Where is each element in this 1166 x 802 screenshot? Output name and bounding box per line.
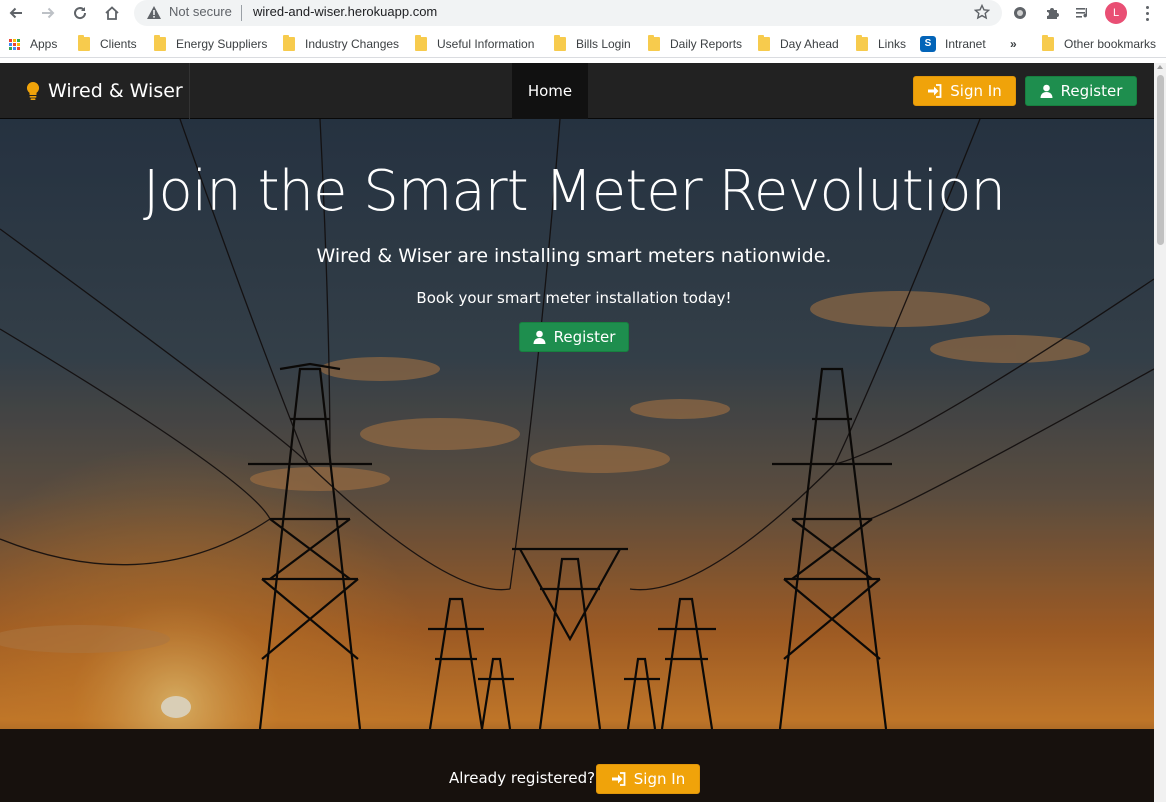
apps-grid-icon xyxy=(9,38,20,50)
bookmarks-overflow-button[interactable]: » xyxy=(1010,35,1017,53)
security-label[interactable]: Not secure xyxy=(169,4,232,19)
reload-button[interactable] xyxy=(68,1,92,25)
folder-icon xyxy=(78,35,90,51)
sign-in-label: Sign In xyxy=(633,770,686,788)
hero-sign-in-button[interactable]: Sign In xyxy=(596,764,700,794)
forward-button[interactable] xyxy=(36,1,60,25)
sign-in-icon xyxy=(928,84,942,98)
bookmark-intranet[interactable]: S Intranet xyxy=(920,35,986,53)
back-button[interactable] xyxy=(4,1,28,25)
folder-icon xyxy=(554,35,566,51)
reload-icon xyxy=(74,7,87,20)
puzzle-icon[interactable] xyxy=(1042,3,1062,23)
scroll-up-arrow-icon[interactable] xyxy=(1157,65,1163,69)
bookmark-label: Apps xyxy=(30,37,58,51)
hero-register-button[interactable]: Register xyxy=(519,322,629,352)
bookmark-label: Bills Login xyxy=(576,37,631,51)
hero-subtitle: Wired & Wiser are installing smart meter… xyxy=(316,245,832,267)
home-icon xyxy=(105,6,119,20)
website-viewport: Wired & Wiser Home Sign In Register Join… xyxy=(0,63,1154,802)
folder-icon xyxy=(1042,35,1054,51)
folder-icon xyxy=(283,35,295,51)
warning-icon xyxy=(146,5,162,24)
bookmark-label: Industry Changes xyxy=(305,37,400,51)
hero-title: Join the Smart Meter Revolution xyxy=(142,159,1006,224)
folder-icon xyxy=(758,35,770,51)
folder-icon xyxy=(648,35,660,51)
bookmark-label: Daily Reports xyxy=(670,37,743,51)
user-icon xyxy=(1040,84,1053,98)
folder-icon xyxy=(856,35,868,51)
sign-in-label: Sign In xyxy=(950,82,1002,100)
brand-name: Wired & Wiser xyxy=(48,80,183,102)
bookmarks-bar: Apps Clients Energy Suppliers Industry C… xyxy=(0,30,1166,58)
navbar-sign-in-button[interactable]: Sign In xyxy=(913,76,1016,106)
url-separator xyxy=(241,5,242,21)
nav-home-link[interactable]: Home xyxy=(512,63,588,119)
bookmark-label: Clients xyxy=(100,37,137,51)
scrollbar-thumb[interactable] xyxy=(1157,75,1164,245)
bookmark-label: Energy Suppliers xyxy=(176,37,268,51)
navbar-register-button[interactable]: Register xyxy=(1025,76,1137,106)
register-label: Register xyxy=(1060,82,1123,100)
hero-section: Join the Smart Meter Revolution Wired & … xyxy=(0,119,1154,802)
back-arrow-icon xyxy=(9,7,22,19)
bookmark-industry-changes[interactable]: Industry Changes xyxy=(283,35,399,53)
bookmark-star-icon[interactable] xyxy=(973,3,991,24)
page-scrollbar[interactable] xyxy=(1154,63,1166,802)
bookmark-label: Links xyxy=(878,37,907,51)
bookmark-daily-reports[interactable]: Daily Reports xyxy=(648,35,742,53)
bookmark-apps[interactable]: Apps xyxy=(9,35,57,53)
bookmark-label: Intranet xyxy=(945,37,986,51)
bookmark-energy-suppliers[interactable]: Energy Suppliers xyxy=(154,35,267,53)
user-icon xyxy=(533,330,546,344)
site-navbar: Wired & Wiser Home Sign In Register xyxy=(0,63,1154,119)
home-button[interactable] xyxy=(100,1,124,25)
bookmark-label: Useful Information xyxy=(437,37,535,51)
bookmark-clients[interactable]: Clients xyxy=(78,35,137,53)
folder-icon xyxy=(415,35,427,51)
extension-circle-icon[interactable] xyxy=(1010,3,1030,23)
register-label: Register xyxy=(553,328,616,346)
already-registered-text: Already registered? xyxy=(449,769,596,787)
bookmark-bills-login[interactable]: Bills Login xyxy=(554,35,631,53)
forward-arrow-icon xyxy=(42,7,55,19)
browser-toolbar: Not secure wired-and-wiser.herokuapp.com… xyxy=(0,0,1166,28)
sharepoint-icon: S xyxy=(920,36,936,52)
bookmark-label: Day Ahead xyxy=(780,37,839,51)
address-bar[interactable]: Not secure wired-and-wiser.herokuapp.com xyxy=(134,0,1002,26)
media-queue-icon[interactable] xyxy=(1073,3,1093,23)
sign-in-icon xyxy=(611,772,626,786)
brand-link[interactable]: Wired & Wiser xyxy=(0,63,190,119)
lightbulb-icon xyxy=(26,81,40,100)
profile-avatar[interactable]: L xyxy=(1105,2,1127,24)
bookmark-day-ahead[interactable]: Day Ahead xyxy=(758,35,839,53)
bookmark-other-bookmarks[interactable]: Other bookmarks xyxy=(1042,35,1156,53)
bookmark-links[interactable]: Links xyxy=(856,35,906,53)
bookmark-useful-information[interactable]: Useful Information xyxy=(415,35,534,53)
url-text[interactable]: wired-and-wiser.herokuapp.com xyxy=(253,4,437,19)
folder-icon xyxy=(154,35,166,51)
browser-menu-icon[interactable] xyxy=(1138,3,1156,23)
hero-book-text: Book your smart meter installation today… xyxy=(416,289,732,307)
bookmark-label: Other bookmarks xyxy=(1064,37,1157,51)
